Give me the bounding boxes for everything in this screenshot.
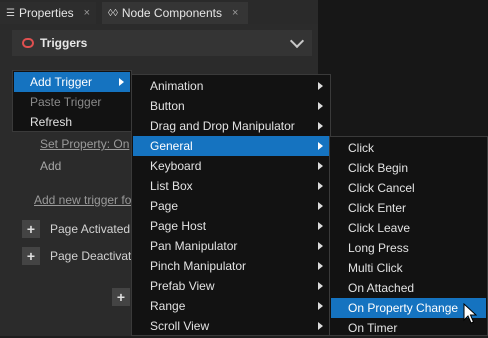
menu-item-scroll-view[interactable]: Scroll View — [133, 316, 329, 336]
add-new-trigger-link[interactable]: Add new trigger fo — [34, 193, 131, 207]
menu-item-label: On Property Change — [348, 301, 459, 315]
tab-properties[interactable]: ☰ Properties × — [0, 2, 96, 24]
components-icon: ◊◊ — [108, 7, 118, 19]
menu-item-click-enter[interactable]: Click Enter — [331, 198, 486, 218]
trigger-category-submenu: Animation Button Drag and Drop Manipulat… — [131, 74, 331, 336]
menu-item-label: Prefab View — [150, 279, 215, 293]
submenu-arrow-icon — [318, 122, 323, 130]
menu-item-label: Keyboard — [150, 159, 202, 173]
menu-item-page[interactable]: Page — [133, 196, 329, 216]
section-title: Triggers — [40, 36, 88, 50]
menu-item-label: Click Cancel — [348, 181, 415, 195]
expand-page-activated-button[interactable]: + — [22, 220, 40, 238]
menu-item-label: Paste Trigger — [30, 95, 102, 109]
menu-item-general[interactable]: General — [133, 136, 329, 156]
add-action-label[interactable]: Add — [40, 159, 61, 173]
menu-item-label: Range — [150, 299, 186, 313]
menu-item-click-leave[interactable]: Click Leave — [331, 218, 486, 238]
expand-page-deactivated-button[interactable]: + — [22, 247, 40, 265]
menu-item-prefab-view[interactable]: Prefab View — [133, 276, 329, 296]
triggers-section-header[interactable]: Triggers — [12, 30, 312, 56]
menu-item-pinch-manipulator[interactable]: Pinch Manipulator — [133, 256, 329, 276]
tab-label: Node Components — [121, 6, 222, 20]
trigger-icon — [22, 38, 34, 48]
menu-item-label: Page Host — [150, 219, 207, 233]
tab-node-components[interactable]: ◊◊ Node Components × — [102, 2, 248, 24]
submenu-arrow-icon — [318, 302, 323, 310]
menu-item-label: Multi Click — [348, 261, 403, 275]
menu-item-refresh[interactable]: Refresh — [14, 112, 130, 132]
submenu-arrow-icon — [119, 78, 124, 86]
menu-item-click[interactable]: Click — [331, 138, 486, 158]
submenu-arrow-icon — [318, 82, 323, 90]
menu-item-label: Drag and Drop Manipulator — [150, 119, 295, 133]
plus-icon: + — [26, 248, 36, 264]
menu-item-button[interactable]: Button — [133, 96, 329, 116]
close-icon[interactable]: × — [232, 7, 238, 19]
menu-item-label: Pinch Manipulator — [150, 259, 247, 273]
menu-item-label: Refresh — [30, 115, 73, 129]
tab-label: Properties — [18, 6, 74, 20]
submenu-arrow-icon — [318, 322, 323, 330]
submenu-arrow-icon — [318, 242, 323, 250]
submenu-arrow-icon — [318, 142, 323, 150]
submenu-arrow-icon — [318, 162, 323, 170]
menu-item-multi-click[interactable]: Multi Click — [331, 258, 486, 278]
menu-item-drag-and-drop-manipulator[interactable]: Drag and Drop Manipulator — [133, 116, 329, 136]
menu-item-label: Click — [348, 141, 374, 155]
close-icon[interactable]: × — [84, 7, 90, 19]
menu-item-label: Click Leave — [348, 221, 411, 235]
menu-item-label: Animation — [150, 79, 204, 93]
menu-item-page-host[interactable]: Page Host — [133, 216, 329, 236]
menu-item-label: Click Begin — [348, 161, 409, 175]
menu-item-list-box[interactable]: List Box — [133, 176, 329, 196]
menu-item-label: General — [150, 139, 193, 153]
submenu-arrow-icon — [318, 202, 323, 210]
menu-item-pan-manipulator[interactable]: Pan Manipulator — [133, 236, 329, 256]
menu-item-click-cancel[interactable]: Click Cancel — [331, 178, 486, 198]
plus-icon: + — [116, 289, 126, 305]
menu-item-range[interactable]: Range — [133, 296, 329, 316]
menu-item-label: On Timer — [348, 321, 398, 335]
menu-item-label: List Box — [150, 179, 193, 193]
add-button[interactable]: + — [112, 288, 130, 306]
menu-item-label: Pan Manipulator — [150, 239, 238, 253]
menu-item-label: Add Trigger — [30, 75, 93, 89]
menu-item-add-trigger[interactable]: Add Trigger — [14, 72, 130, 92]
menu-item-keyboard[interactable]: Keyboard — [133, 156, 329, 176]
menu-item-paste-trigger[interactable]: Paste Trigger — [14, 92, 130, 112]
menu-item-label: Page — [150, 199, 179, 213]
list-icon: ☰ — [6, 7, 15, 19]
mouse-cursor-icon — [463, 303, 477, 324]
menu-item-label: Button — [150, 99, 185, 113]
page-activated-label: Page Activated — [50, 222, 131, 236]
menu-item-label: On Attached — [348, 281, 415, 295]
menu-item-label: Scroll View — [150, 319, 210, 333]
submenu-arrow-icon — [318, 262, 323, 270]
menu-item-click-begin[interactable]: Click Begin — [331, 158, 486, 178]
menu-item-on-attached[interactable]: On Attached — [331, 278, 486, 298]
set-property-action-link[interactable]: Set Property: On — [40, 137, 129, 151]
submenu-arrow-icon — [318, 102, 323, 110]
menu-item-animation[interactable]: Animation — [133, 76, 329, 96]
context-menu: Add Trigger Paste Trigger Refresh — [12, 70, 132, 132]
page-deactivated-label: Page Deactivat — [50, 249, 132, 263]
submenu-arrow-icon — [318, 282, 323, 290]
menu-item-long-press[interactable]: Long Press — [331, 238, 486, 258]
menu-item-label: Long Press — [348, 241, 409, 255]
plus-icon: + — [26, 221, 36, 237]
menu-item-label: Click Enter — [348, 201, 407, 215]
chevron-down-icon[interactable] — [289, 33, 305, 49]
submenu-arrow-icon — [318, 222, 323, 230]
submenu-arrow-icon — [318, 182, 323, 190]
